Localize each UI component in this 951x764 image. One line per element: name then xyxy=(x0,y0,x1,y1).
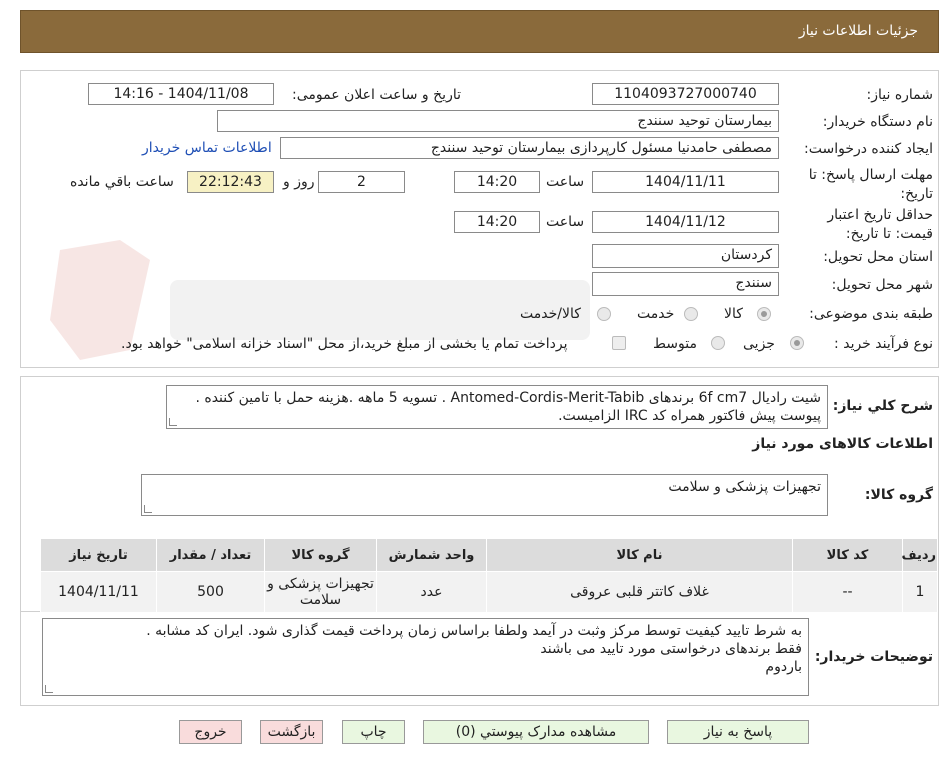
cell-unit: عدد xyxy=(376,571,487,613)
col-header-group: گروه کالا xyxy=(264,538,377,572)
need-number-field: 1104093727000740 xyxy=(592,83,779,105)
goods-group-value: تجهیزات پزشکی و سلامت xyxy=(668,479,821,495)
cell-name: غلاف کاتتر قلبی عروقی xyxy=(486,571,793,613)
process-option-medium: متوسط xyxy=(653,336,697,352)
category-radio-service[interactable] xyxy=(684,307,698,321)
buyer-notes-textarea: به شرط تایید کیفیت توسط مرکز وثبت در آیم… xyxy=(42,618,809,696)
buyer-label: نام دستگاه خریدار: xyxy=(822,114,933,130)
col-header-code: کد کالا xyxy=(792,538,903,572)
process-label: نوع فرآیند خرید : xyxy=(834,336,933,352)
days-label: روز و xyxy=(283,174,315,190)
cell-quantity: 500 xyxy=(156,571,265,613)
reply-button[interactable]: پاسخ به نیاز xyxy=(667,720,809,744)
cell-group: تجهیزات پزشکی و سلامت xyxy=(264,571,377,613)
items-table: ردیف کد کالا نام کالا واحد شمارش گروه کا… xyxy=(40,538,938,613)
goods-group-label: گروه کالا: xyxy=(864,487,933,503)
col-header-date: تاریخ نیاز xyxy=(40,538,157,572)
creator-label: ایجاد کننده درخواست: xyxy=(804,141,933,157)
announce-field: 1404/11/08 - 14:16 xyxy=(88,83,274,105)
buyer-notes-line-1: به شرط تایید کیفیت توسط مرکز وثبت در آیم… xyxy=(146,623,802,639)
validity-time-field: 14:20 xyxy=(454,211,540,233)
category-radio-goods[interactable] xyxy=(757,307,771,321)
category-option-goods: کالا xyxy=(724,306,743,322)
category-option-goods-service: کالا/خدمت xyxy=(520,306,581,322)
process-option-small: جزیی xyxy=(743,336,775,352)
province-label: استان محل تحویل: xyxy=(823,249,933,265)
buyer-notes-line-2: فقط برندهای درخواستی مورد تایید می باشند xyxy=(540,641,802,657)
buyer-notes-label: توضیحات خریدار: xyxy=(814,649,933,665)
cell-code: -- xyxy=(792,571,903,613)
summary-line-1: شیت رادیال 6f cm7 برندهای Antomed-Cordis… xyxy=(195,390,821,406)
resize-grip-icon[interactable] xyxy=(45,685,53,693)
reply-time-label: ساعت xyxy=(546,174,585,190)
city-label: شهر محل تحویل: xyxy=(831,277,933,293)
table-header-row: ردیف کد کالا نام کالا واحد شمارش گروه کا… xyxy=(40,538,938,572)
province-field: کردستان xyxy=(592,244,779,268)
buyer-notes-line-3: باردوم xyxy=(765,659,802,675)
resize-grip-icon[interactable] xyxy=(144,505,152,513)
validity-label: حداقل تاریخ اعتبار قیمت: تا تاریخ: xyxy=(827,207,933,242)
creator-field: مصطفی حامدنیا مسئول کارپردازی بیمارستان … xyxy=(280,137,779,159)
category-radio-goods-service[interactable] xyxy=(597,307,611,321)
reply-date-field: 1404/11/11 xyxy=(592,171,779,193)
col-header-name: نام کالا xyxy=(486,538,793,572)
summary-label: شرح کلي نياز: xyxy=(832,398,933,414)
table-row: 1 -- غلاف کاتتر قلبی عروقی عدد تجهیزات پ… xyxy=(40,571,938,613)
summary-line-2: پیوست پیش فاکتور همراه کد IRC الزامیست. xyxy=(558,408,821,424)
category-option-service: خدمت xyxy=(637,306,675,322)
validity-time-label: ساعت xyxy=(546,214,585,230)
col-header-unit: واحد شمارش xyxy=(376,538,487,572)
page-header: جزئیات اطلاعات نیاز xyxy=(20,10,939,53)
treasury-checkbox[interactable] xyxy=(612,336,626,350)
validity-date-field: 1404/11/12 xyxy=(592,211,779,233)
buyer-contact-link[interactable]: اطلاعات تماس خریدار xyxy=(142,140,272,156)
process-radio-medium[interactable] xyxy=(711,336,725,350)
goods-group-textarea: تجهیزات پزشکی و سلامت xyxy=(141,474,828,516)
print-button[interactable]: چاپ xyxy=(342,720,405,744)
col-header-quantity: تعداد / مقدار xyxy=(156,538,265,572)
announce-label: تاریخ و ساعت اعلان عمومی: xyxy=(292,87,461,103)
city-field: سنندج xyxy=(592,272,779,296)
reply-time-field: 14:20 xyxy=(454,171,540,193)
page-title: جزئیات اطلاعات نیاز xyxy=(798,23,918,39)
need-number-label: شماره نیاز: xyxy=(866,87,934,103)
days-field: 2 xyxy=(318,171,405,193)
col-header-row-no: ردیف xyxy=(901,538,938,572)
goods-section-title: اطلاعات کالاهای مورد نیاز xyxy=(752,436,933,452)
cell-date: 1404/11/11 xyxy=(40,571,157,613)
exit-button[interactable]: خروج xyxy=(179,720,242,744)
remaining-time-field: 22:12:43 xyxy=(187,171,274,193)
view-attachments-button[interactable]: مشاهده مدارک پیوستي (0) xyxy=(423,720,649,744)
resize-grip-icon[interactable] xyxy=(169,418,177,426)
remaining-label: ساعت باقي مانده xyxy=(70,174,174,190)
process-radio-small[interactable] xyxy=(790,336,804,350)
treasury-note: پرداخت تمام یا بخشی از مبلغ خرید،از محل … xyxy=(121,336,568,352)
cell-row-no: 1 xyxy=(902,571,938,613)
back-button[interactable]: بازگشت xyxy=(260,720,323,744)
reply-deadline-label: مهلت ارسال پاسخ: تا تاریخ: xyxy=(808,167,933,202)
summary-textarea: شیت رادیال 6f cm7 برندهای Antomed-Cordis… xyxy=(166,385,828,429)
category-label: طبقه بندی موضوعی: xyxy=(809,306,933,322)
buyer-field: بیمارستان توحید سنندج xyxy=(217,110,779,132)
